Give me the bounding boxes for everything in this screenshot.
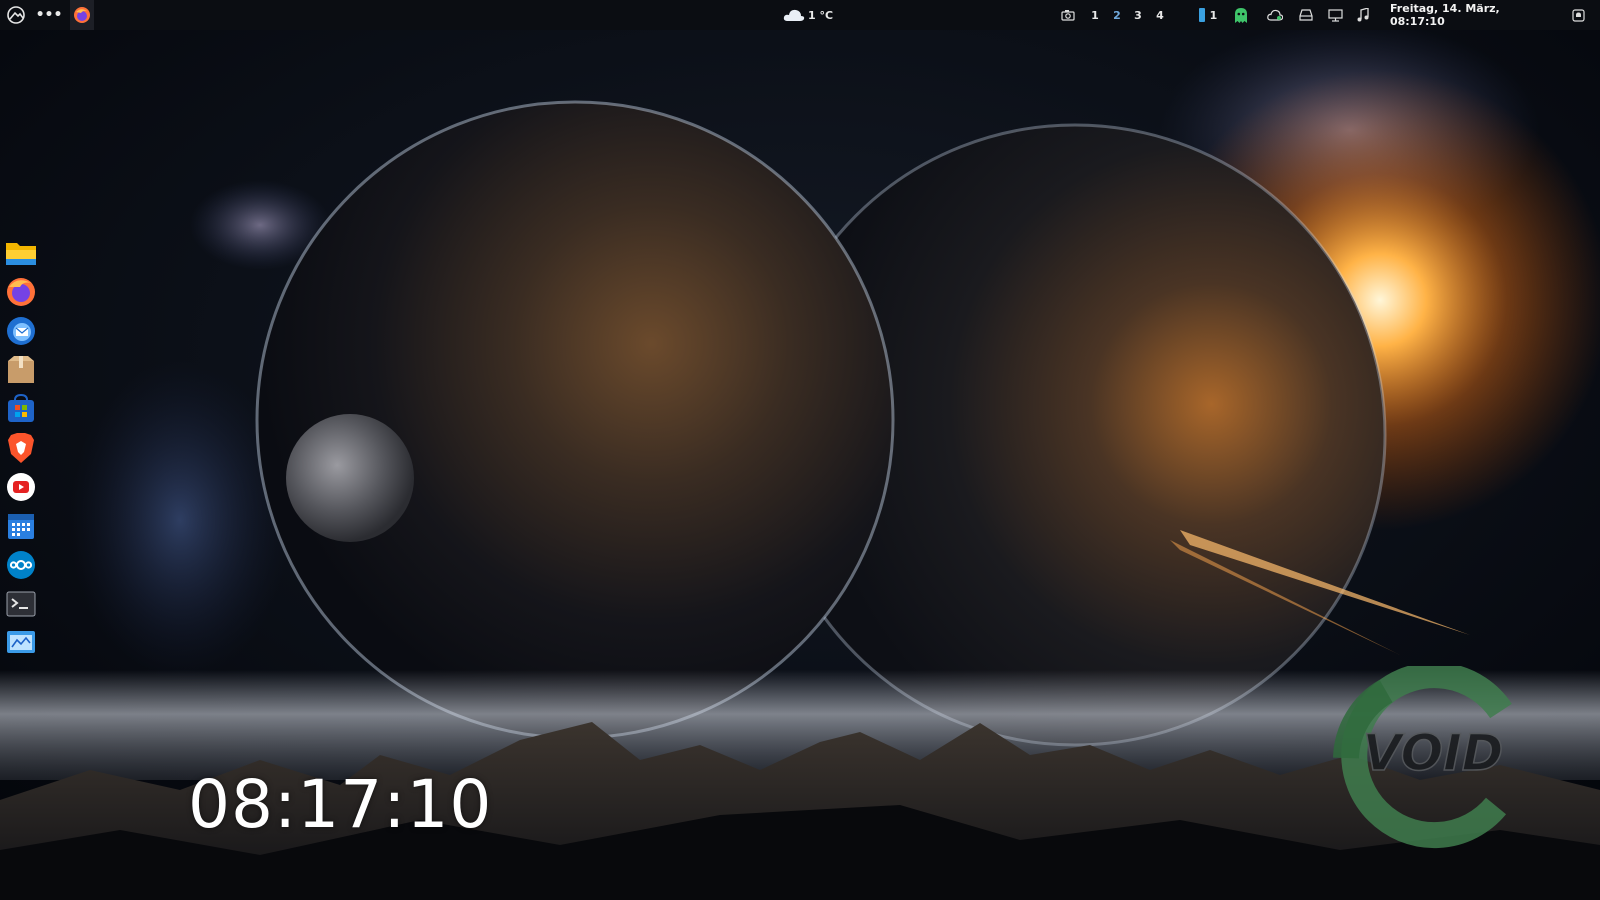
void-logo-text: VOID	[1363, 724, 1503, 782]
phone-indicator[interactable]: 1	[1193, 0, 1223, 30]
cloud-icon	[783, 8, 805, 22]
dock-firefox[interactable]	[4, 275, 38, 309]
youtube-icon	[7, 473, 35, 501]
ghost-icon[interactable]	[1231, 0, 1251, 30]
dock-nextcloud[interactable]	[4, 548, 38, 582]
datetime-label[interactable]: Freitag, 14. März, 08:17:10	[1390, 0, 1550, 30]
calendar-icon	[8, 514, 34, 539]
brave-icon	[8, 433, 34, 463]
void-menu-icon[interactable]	[5, 0, 27, 30]
screenshot-icon[interactable]	[1058, 0, 1078, 30]
dock-thunderbird[interactable]	[4, 314, 38, 348]
dock-calendar[interactable]	[4, 509, 38, 543]
datetime-text: Freitag, 14. März, 08:17:10	[1390, 2, 1500, 28]
drive-icon[interactable]	[1296, 0, 1316, 30]
monitor-icon	[7, 631, 35, 653]
phone-indicator-count: 1	[1209, 8, 1218, 22]
display-icon[interactable]	[1325, 0, 1345, 30]
temperature-label: 1 °C	[807, 8, 834, 22]
dock-archive-manager[interactable]	[4, 353, 38, 387]
store-icon	[8, 394, 34, 422]
dock-software-store[interactable]	[4, 392, 38, 426]
folder-icon	[6, 243, 36, 265]
firefox-running-icon[interactable]	[70, 0, 94, 30]
dock-system-monitor[interactable]	[4, 626, 38, 660]
notifications-icon[interactable]	[1568, 0, 1588, 30]
workspace-2[interactable]: 2	[1108, 0, 1126, 30]
workspace-1[interactable]: 1	[1086, 0, 1104, 30]
more-dots-icon[interactable]: •••	[36, 0, 63, 30]
top-panel: ••• 1 °C 1 2 3 4 1 Freitag, 14. März, 08…	[0, 0, 1600, 30]
package-icon	[8, 356, 34, 383]
thunderbird-icon	[7, 317, 35, 345]
dock-files[interactable]	[4, 236, 38, 270]
workspace-3[interactable]: 3	[1129, 0, 1147, 30]
terminal-icon	[6, 591, 36, 617]
desktop-clock: 08:17:10	[188, 766, 493, 843]
music-icon[interactable]	[1353, 0, 1373, 30]
workspace-4[interactable]: 4	[1151, 0, 1169, 30]
cloud-sync-icon[interactable]	[1264, 0, 1286, 30]
void-logo: VOID	[1333, 666, 1512, 849]
firefox-icon	[7, 278, 35, 306]
dock-brave[interactable]	[4, 431, 38, 465]
weather-widget[interactable]: 1 °C	[778, 0, 838, 30]
phone-indicator-icon	[1198, 8, 1205, 22]
nextcloud-icon	[7, 551, 35, 579]
dock-terminal[interactable]	[4, 587, 38, 621]
dock-youtube[interactable]	[4, 470, 38, 504]
